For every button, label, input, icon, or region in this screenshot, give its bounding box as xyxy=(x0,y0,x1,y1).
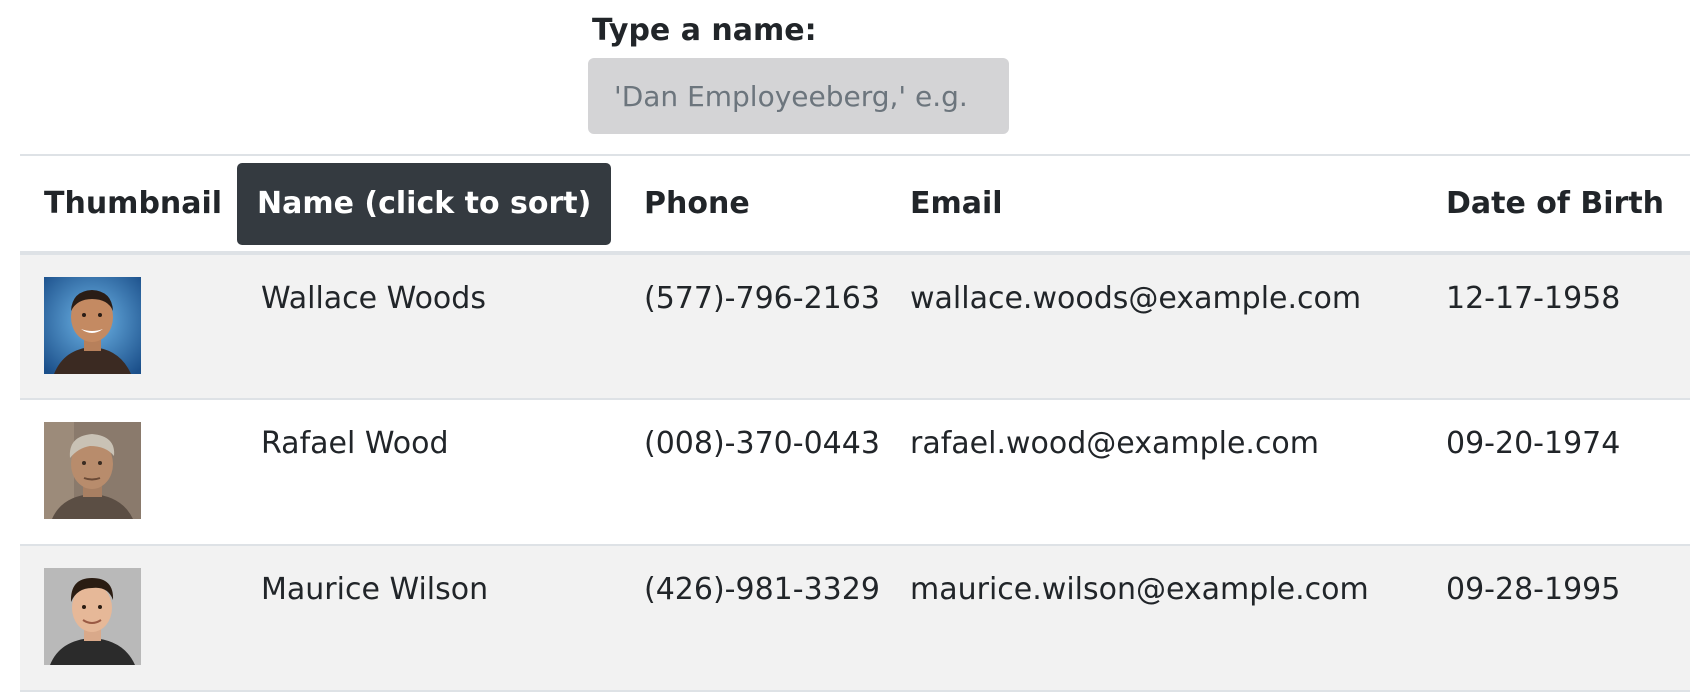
header-thumbnail: Thumbnail xyxy=(44,186,223,221)
search-label: Type a name: xyxy=(592,13,817,48)
search-area: Type a name: xyxy=(588,12,1009,134)
table-row: Maurice Wilson (426)-981-3329 maurice.wi… xyxy=(20,545,1690,691)
avatar-photo-icon xyxy=(44,277,141,374)
avatar xyxy=(44,568,141,665)
dob-cell: 12-17-1958 xyxy=(1446,281,1621,316)
dob-cell: 09-20-1974 xyxy=(1446,426,1621,461)
phone-cell: (008)-370-0443 xyxy=(644,426,880,461)
table-header-row: Thumbnail Name (click to sort) Phone Ema… xyxy=(20,155,1690,253)
phone-cell: (426)-981-3329 xyxy=(644,572,880,607)
header-dob: Date of Birth xyxy=(1446,186,1665,221)
thumbnail-cell xyxy=(20,545,237,691)
thumbnail-cell xyxy=(20,399,237,545)
name-cell: Maurice Wilson xyxy=(261,572,489,607)
name-cell: Rafael Wood xyxy=(261,426,449,461)
search-input[interactable] xyxy=(588,58,1009,134)
employee-table: Thumbnail Name (click to sort) Phone Ema… xyxy=(20,154,1690,692)
header-phone: Phone xyxy=(644,186,750,221)
table-row: Rafael Wood (008)-370-0443 rafael.wood@e… xyxy=(20,399,1690,545)
table-row: Wallace Woods (577)-796-2163 wallace.woo… xyxy=(20,253,1690,399)
header-name: Name (click to sort) xyxy=(237,155,620,253)
phone-cell: (577)-796-2163 xyxy=(644,281,880,316)
header-email: Email xyxy=(910,186,1003,221)
email-cell: maurice.wilson@example.com xyxy=(910,572,1369,607)
avatar-photo-icon xyxy=(44,568,141,665)
dob-cell: 09-28-1995 xyxy=(1446,572,1621,607)
avatar xyxy=(44,277,141,374)
avatar-photo-icon xyxy=(44,422,141,519)
email-cell: wallace.woods@example.com xyxy=(910,281,1362,316)
employee-table-wrapper: Thumbnail Name (click to sort) Phone Ema… xyxy=(20,154,1690,692)
sort-by-name-button[interactable]: Name (click to sort) xyxy=(237,162,612,245)
thumbnail-cell xyxy=(20,253,237,399)
name-cell: Wallace Woods xyxy=(261,281,486,316)
avatar xyxy=(44,422,141,519)
email-cell: rafael.wood@example.com xyxy=(910,426,1320,461)
